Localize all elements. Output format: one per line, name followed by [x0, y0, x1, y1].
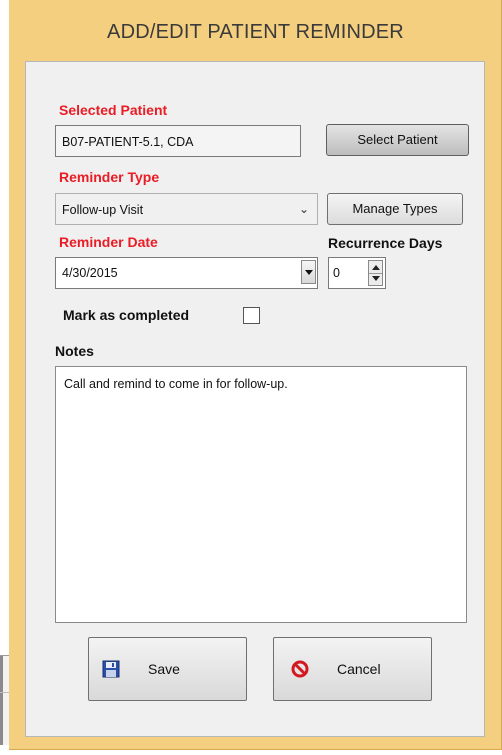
recurrence-days-stepper[interactable]: 0 [328, 257, 386, 289]
stepper-divider [369, 273, 382, 274]
mark-completed-label: Mark as completed [63, 307, 190, 323]
reminder-date-value: 4/30/2015 [62, 266, 118, 280]
recurrence-days-value: 0 [333, 266, 340, 280]
chevron-down-icon: ⌄ [298, 202, 309, 216]
reminder-type-value: Follow-up Visit [62, 203, 144, 217]
dialog-title: ADD/EDIT PATIENT REMINDER [107, 21, 404, 43]
dropdown-triangle-icon [305, 270, 313, 275]
reminder-date-label: Reminder Date [59, 234, 158, 250]
save-label: Save [148, 661, 180, 677]
stepper-down-icon[interactable] [372, 276, 380, 281]
form-panel: Selected Patient B07-PATIENT-5.1, CDA Se… [25, 61, 485, 737]
stepper-buttons[interactable] [368, 260, 383, 286]
recurrence-days-label: Recurrence Days [328, 235, 443, 251]
selected-patient-field: B07-PATIENT-5.1, CDA [55, 125, 301, 157]
reminder-type-label: Reminder Type [59, 169, 160, 185]
floppy-disk-icon [102, 660, 120, 678]
cancel-label: Cancel [337, 661, 381, 677]
no-entry-icon [291, 660, 309, 678]
notes-textarea[interactable]: Call and remind to come in for follow-up… [55, 366, 467, 623]
save-button[interactable]: Save [88, 637, 247, 701]
reminder-dialog: ADD/EDIT PATIENT REMINDER Selected Patie… [9, 0, 502, 750]
background-window-edge [0, 655, 3, 745]
selected-patient-label: Selected Patient [59, 102, 168, 118]
select-patient-button[interactable]: Select Patient [326, 124, 469, 156]
reminder-date-picker[interactable]: 4/30/2015 [55, 257, 318, 289]
reminder-type-select[interactable]: Follow-up Visit ⌄ [55, 193, 318, 225]
cancel-button[interactable]: Cancel [273, 637, 432, 701]
stepper-up-icon[interactable] [372, 265, 380, 270]
notes-label: Notes [55, 343, 94, 359]
manage-types-button[interactable]: Manage Types [327, 193, 463, 225]
date-dropdown-button[interactable] [301, 260, 316, 284]
mark-completed-checkbox[interactable] [243, 307, 260, 324]
